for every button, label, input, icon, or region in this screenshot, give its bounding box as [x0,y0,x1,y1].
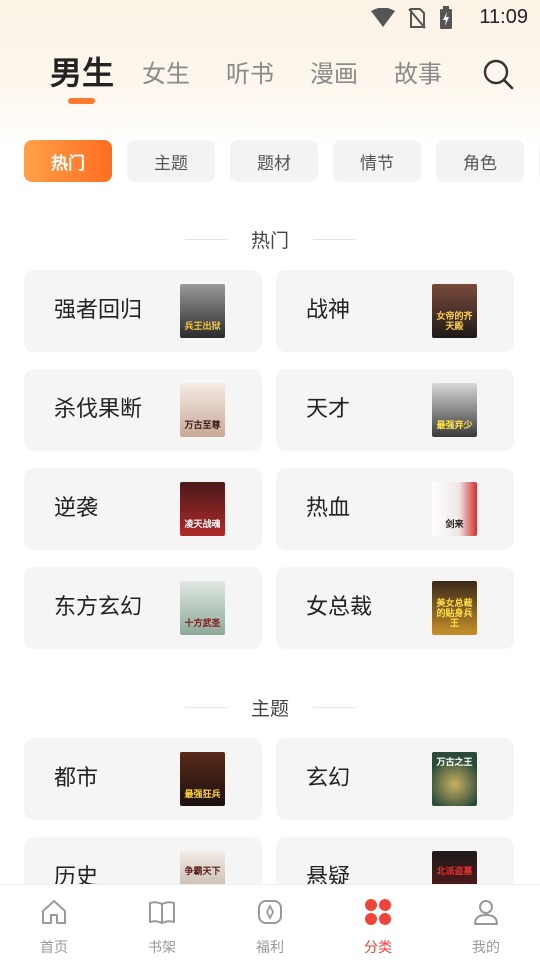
book-cover: 凌天战魂 [180,482,225,536]
book-cover: 女帝的齐天殿 [432,284,477,338]
top-tabs: 男生 女生 听书 漫画 故事 [0,50,540,110]
tab-male[interactable]: 男生 [50,48,114,94]
nav-label: 首页 [40,940,68,956]
nav-profile[interactable]: 我的 [432,885,540,961]
category-card[interactable]: 逆袭 凌天战魂 [24,468,262,550]
category-card[interactable]: 都市 最强狂兵 [24,738,262,820]
search-button[interactable] [480,56,516,92]
divider-line [184,238,227,240]
tab-audiobook[interactable]: 听书 [226,54,274,89]
book-cover: 最强狂兵 [180,752,225,806]
nav-home[interactable]: 首页 [0,885,108,961]
cover-title: 凌天战魂 [184,520,221,530]
search-icon [483,59,514,90]
chip-plot[interactable]: 情节 [333,140,421,182]
chip-hot[interactable]: 热门 [24,140,112,182]
section-title: 主题 [250,697,289,720]
nav-category[interactable]: 分类 [324,885,432,961]
nav-welfare[interactable]: 福利 [216,885,324,961]
book-cover: 万古之王 [432,752,477,806]
section-header-theme: 主题 [0,692,540,722]
battery-charging-icon [440,6,452,29]
nav-bookshelf[interactable]: 书架 [108,885,216,961]
book-cover: 十方武圣 [180,581,225,635]
category-card[interactable]: 天才 最强弃少 [276,369,514,451]
section-title: 热门 [250,229,289,252]
category-label: 战神 [306,298,351,323]
category-card[interactable]: 强者回归 兵王出狱 [24,270,262,352]
welfare-icon [258,900,282,924]
category-label: 都市 [54,766,99,791]
cover-title: 万古至尊 [184,421,221,431]
cover-title: 剑来 [445,520,464,530]
category-card[interactable]: 东方玄幻 十方武圣 [24,567,262,649]
category-label: 东方玄幻 [54,595,143,620]
status-icons [370,6,454,30]
category-label: 玄幻 [306,766,351,791]
section-header-hot: 热门 [0,224,540,254]
cover-title: 女帝的齐天殿 [436,312,473,332]
profile-icon [474,900,498,925]
divider-line [184,706,227,708]
chip-genre[interactable]: 题材 [230,140,318,182]
category-card[interactable]: 热血 剑来 [276,468,514,550]
chip-theme[interactable]: 主题 [127,140,215,182]
cover-title: 北派盗墓 [436,867,473,877]
category-label: 杀伐果断 [54,397,143,422]
cover-title: 兵王出狱 [184,322,221,332]
category-label: 逆袭 [54,496,99,521]
category-label: 热血 [306,496,351,521]
no-sim-icon [408,8,426,29]
tab-stories[interactable]: 故事 [394,54,442,89]
cover-title: 最强狂兵 [184,790,221,800]
cover-title: 十方武圣 [184,619,221,629]
book-cover: 剑来 [432,482,477,536]
status-time: 11:09 [479,6,528,28]
category-label: 天才 [306,397,351,422]
divider-line [313,706,355,708]
category-card[interactable]: 女总裁 美女总裁的贴身兵王 [276,567,514,649]
nav-label: 福利 [256,940,284,956]
tab-female[interactable]: 女生 [142,54,190,89]
cover-title: 争霸天下 [184,867,221,877]
category-label: 强者回归 [54,298,143,323]
book-cover: 万古至尊 [180,383,225,437]
status-bar: 11:09 [0,0,540,36]
active-tab-indicator [68,98,95,104]
book-cover: 最强弃少 [432,383,477,437]
category-card[interactable]: 战神 女帝的齐天殿 [276,270,514,352]
cover-title: 万古之王 [436,758,473,768]
signal-icon [371,8,395,27]
category-label: 女总裁 [306,595,373,620]
book-cover: 兵王出狱 [180,284,225,338]
category-card[interactable]: 杀伐果断 万古至尊 [24,369,262,451]
book-cover: 美女总裁的贴身兵王 [432,581,477,635]
nav-label: 书架 [148,940,176,956]
tab-comics[interactable]: 漫画 [310,54,358,89]
bookshelf-icon [149,901,175,924]
category-card[interactable]: 玄幻 万古之王 [276,738,514,820]
category-icon [365,899,391,925]
nav-label: 我的 [472,940,500,956]
chip-role[interactable]: 角色 [436,140,524,182]
cover-title: 美女总裁的贴身兵王 [436,599,473,629]
divider-line [313,238,355,240]
cover-title: 最强弃少 [436,421,473,431]
home-icon [42,900,66,924]
bottom-navigation: 首页 书架 福利 分类 我的 [0,884,540,961]
nav-label: 分类 [364,940,392,956]
category-chip-row: 热门 主题 题材 情节 角色 [24,140,540,184]
